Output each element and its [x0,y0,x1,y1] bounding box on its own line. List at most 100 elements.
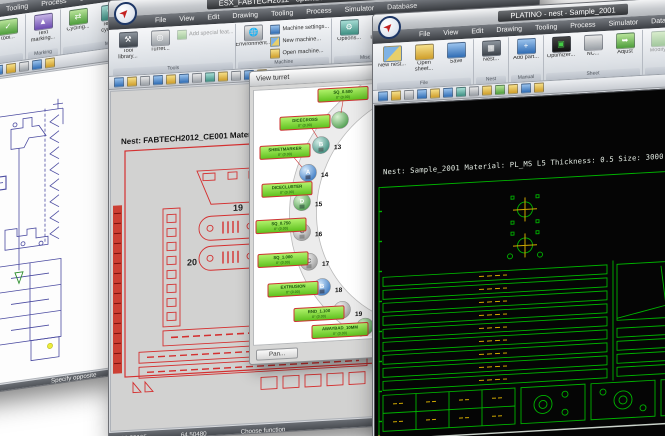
options-button[interactable]: ⚙ Options... [334,17,364,50]
toolbar-icon[interactable] [521,83,531,94]
svg-text:0° (0.00): 0° (0.00) [286,290,300,295]
nc-icon [584,34,603,51]
menu-drawing[interactable]: Drawing [232,12,258,20]
menu-process[interactable]: Process [570,22,595,30]
toolbar-icon[interactable] [534,82,544,93]
new-nest-button[interactable]: New nest... [377,43,407,76]
menu-simulator[interactable]: Simulator [609,19,639,28]
toolbar-icon[interactable] [192,73,202,84]
part-list-strip [113,205,122,374]
toolbar-icon[interactable] [218,71,228,82]
svg-text:19: 19 [355,311,363,318]
toolbar-icon[interactable] [0,65,3,76]
menu-edit[interactable]: Edit [207,14,219,22]
window-platino-nest: PLATINO - nest - Sample_2001 ➤ File View… [372,0,665,436]
menu-database[interactable]: Database [651,17,665,26]
cad-canvas[interactable] [0,63,110,391]
turret-tool-label: SQ_1.000 0° (0.00) [258,252,308,268]
menu-process[interactable]: Process [306,8,331,16]
cad-drawing [0,63,110,387]
new-machine-button[interactable]: New machine... [270,34,329,47]
toolbar-icon[interactable] [153,75,163,86]
turret-tool-label: DICECLUSTER 0° (0.00) [262,182,312,198]
menu-process[interactable]: Process [41,0,66,8]
tool-button[interactable]: ✓ tool... [0,15,23,50]
environment-button[interactable]: 🌐 Environment... [238,22,268,55]
menu-tooling[interactable]: Tooling [6,3,28,13]
save-icon [447,42,466,59]
new-machine-icon [270,36,280,47]
text-marking-icon: ▲ [34,13,53,32]
open-sheet-button[interactable]: Open sheet... [409,41,439,74]
toolbar-icon[interactable] [391,90,401,101]
toolbar-icon[interactable] [19,61,29,72]
toolbar-icon[interactable] [456,87,466,98]
save-button[interactable]: Save [441,39,471,72]
menu-file[interactable]: File [419,31,430,39]
toolbar-icon[interactable] [114,77,124,88]
pan-button[interactable]: Pan... [256,347,298,360]
toolbar-icon[interactable] [508,84,518,95]
cycling-button[interactable]: ⇄ Cycling... [63,5,93,40]
menu-database[interactable]: Database [387,3,417,12]
tool-library-icon: ⚒ [119,31,138,48]
toolbar-icon[interactable] [127,76,137,87]
coordinate-y: 64.50480 [181,430,207,436]
environment-icon: 🌐 [244,24,263,41]
svg-text:15: 15 [315,201,323,208]
menu-view[interactable]: View [443,29,458,37]
tool-icon: ✓ [0,18,18,37]
toolbar-icon[interactable] [32,59,42,70]
toolbar-icon[interactable] [417,89,427,100]
toolbar-icon[interactable] [231,71,241,82]
toolbar-icon[interactable] [140,76,150,87]
toolbar-icon[interactable] [205,72,215,83]
platino-nest-canvas[interactable]: Nest: Sample_2001 Material: PL_MS L5 Thi… [374,84,665,436]
desktop: Tooling Process Simulator Database ✓ too… [0,0,665,436]
menu-file[interactable]: File [155,17,166,25]
toolbar-icon[interactable] [482,85,492,96]
ribbon-group-nest: ▦ Nest... Nest [474,37,509,84]
menu-simulator[interactable]: Simulator [345,5,375,14]
svg-text:0° (0.00): 0° (0.00) [312,314,326,319]
add-part-button[interactable]: + Add part... [511,36,541,69]
optimizer-button[interactable]: ▣ Optimizer... [546,34,576,67]
toolbar-icon[interactable] [430,88,440,99]
turret-tool-label: SQ_0.500 0° (0.00) [318,86,368,102]
svg-text:0° (0.00): 0° (0.00) [298,123,312,128]
ribbon-group-marking: ▲ Text marking... Marking [26,9,61,59]
add-special-feature-button[interactable]: Add special feat... [177,27,233,40]
turret-view[interactable]: B 13 A 14 D 15 [253,83,375,346]
menu-tooling[interactable]: Tooling [271,10,293,18]
nc-button[interactable]: NC... [578,32,608,65]
menu-drawing[interactable]: Drawing [496,26,522,34]
menu-tooling[interactable]: Tooling [535,24,557,32]
nest-button[interactable]: ▦ Nest... [476,38,506,71]
ribbon-group-interactive-optimize: Modify... View orde... Interactive zones… [643,24,665,75]
ribbon-group-machine: 🌐 Environment... Machine settings... New… [236,18,332,68]
adjust-icon: ➥ [616,32,635,49]
toolbar-icon[interactable] [404,90,414,101]
toolbar-icon[interactable] [6,63,16,74]
modify-button[interactable]: Modify... [645,28,665,61]
part-number-label: 19 [233,202,243,213]
turret-button[interactable]: ◎ Turret... [145,27,175,60]
part-number-label: 20 [187,257,197,268]
open-machine-icon [270,48,280,59]
toolbar-icon[interactable] [378,91,388,102]
ribbon-group-sheet: ▣ Optimizer... NC... ➥ Adjust Sheet [544,30,643,81]
machine-settings-button[interactable]: Machine settings... [270,22,329,35]
toolbar-icon[interactable] [179,73,189,84]
toolbar-icon[interactable] [443,87,453,98]
new-nest-icon [383,45,402,62]
toolbar-icon[interactable] [469,86,479,97]
adjust-button[interactable]: ➥ Adjust [610,30,640,63]
platino-nest-drawing [375,162,665,436]
menu-view[interactable]: View [179,15,194,23]
text-marking-button[interactable]: ▲ Text marking... [28,10,58,45]
toolbar-icon[interactable] [45,57,55,68]
menu-edit[interactable]: Edit [471,28,483,36]
toolbar-icon[interactable] [495,85,505,96]
tool-library-button[interactable]: ⚒ Tool library... [113,29,143,62]
toolbar-icon[interactable] [166,74,176,85]
